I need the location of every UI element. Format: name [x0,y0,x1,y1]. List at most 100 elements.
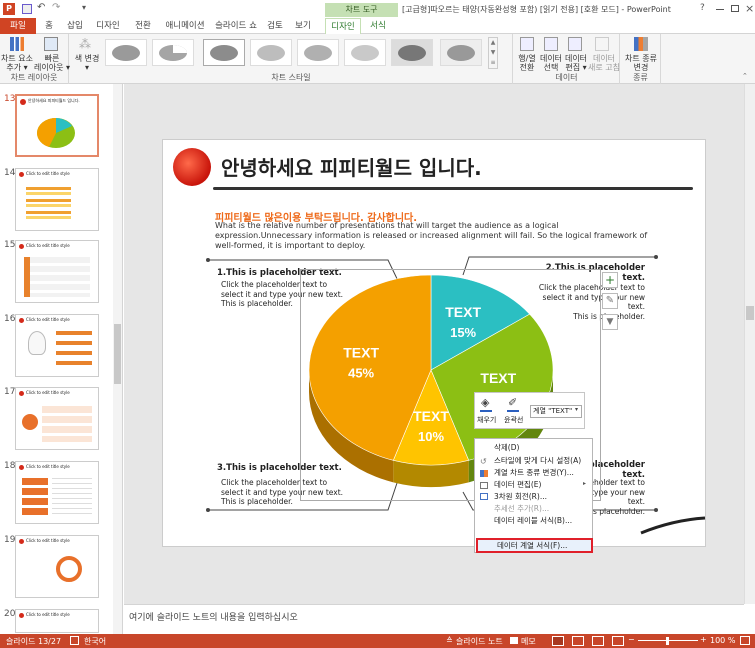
thumb-title: Click to edit title style [26,317,70,322]
quick-layout-icon[interactable] [44,37,58,51]
fill-button[interactable]: 채우기 [477,415,496,425]
change-chart-type-button[interactable]: 차트 종류 변경 [621,54,661,72]
refresh-data-button[interactable]: 데이터 새로 고침 [588,54,620,72]
reading-view-icon[interactable] [592,636,604,646]
chart-style-5[interactable] [297,39,339,66]
powerpoint-logo-icon[interactable]: P [3,3,15,15]
tab-home[interactable]: 홈 [36,18,62,34]
fit-slide-icon[interactable] [740,636,750,645]
change-colors-button[interactable]: 색 변경 ▾ [70,54,104,72]
notes-pane[interactable]: 여기에 슬라이드 노트의 내용을 입력하십시오 [124,604,744,634]
notes-toggle-icon[interactable]: ≙ [446,636,453,645]
restore-icon[interactable] [731,5,739,12]
chart-elements-button[interactable]: + [602,272,618,288]
slide-thumbnail-19[interactable]: Click to edit title style [15,535,99,598]
thumb-sun-icon [19,539,24,544]
select-data-icon[interactable] [544,37,558,51]
edit-data-button[interactable]: 데이터 편집 ▾ [562,54,590,72]
menu-item-format-data-labels[interactable]: 데이터 레이블 서식(B)... [475,515,592,527]
comments-toggle[interactable]: 메모 [521,636,536,647]
menu-item-delete[interactable]: 삭제(D) [475,442,592,454]
switch-row-column-button[interactable]: 행/열 전환 [514,54,540,72]
undo-icon[interactable]: ↶ [37,2,45,13]
chart-style-4[interactable] [250,39,292,66]
panel-scroll-thumb[interactable] [114,324,121,384]
switch-row-column-icon[interactable] [520,37,534,51]
normal-view-icon[interactable] [552,636,564,646]
menu-item-format-data-series[interactable]: 데이터 계열 서식(F)... [476,538,593,553]
slideshow-icon[interactable] [612,636,624,646]
spellcheck-icon[interactable] [70,636,79,645]
chart-styles-brush-icon[interactable]: ✎ [602,293,618,309]
thumb-bulb-icon [28,331,46,355]
tool-group-label: 차트 도구 [325,3,398,17]
quick-layout-button[interactable]: 빠른 레이아웃 ▾ [33,54,71,72]
change-chart-type-icon[interactable] [634,37,648,51]
redo-icon[interactable]: ↷ [52,2,60,13]
group-type-label: 종류 [633,73,648,82]
tab-view[interactable]: 보기 [290,18,316,34]
zoom-level[interactable]: 100 % [710,636,735,645]
tab-file[interactable]: 파일 [0,18,36,34]
chart-style-8[interactable] [440,39,482,66]
thumb-sun-icon [19,244,24,249]
qat-more-icon[interactable]: ▾ [82,3,86,12]
tab-review[interactable]: 검토 [262,18,288,34]
tab-transitions[interactable]: 전환 [128,18,158,34]
title-bar: P ↶ ↷ ▾ 차트 도구 [고급형]따오르는 태양(자동완성형 포함) [읽기… [0,0,755,18]
tab-slideshow[interactable]: 슬라이드 쇼 [211,18,261,34]
slide-counter[interactable]: 슬라이드 13/27 [6,636,61,647]
tab-design[interactable]: 디자인 [90,18,126,34]
slide-thumbnail-18[interactable]: Click to edit title style [15,461,99,524]
add-chart-element-button[interactable]: 차트 요소 추가 ▾ [0,54,34,72]
tab-chart-design[interactable]: 디자인 [325,18,361,34]
zoom-in-icon[interactable]: + [700,635,707,644]
slide-canvas[interactable]: 안녕하세요 피피티월드 입니다. 피피티월드 많은이용 부탁드립니다. 감사합니… [162,139,706,547]
minimize-icon[interactable] [716,9,724,10]
select-data-button[interactable]: 데이터 선택 [538,54,564,72]
collapse-ribbon-icon[interactable]: ⌃ [742,72,748,80]
menu-item-edit-data[interactable]: 데이터 편집(E) [475,479,592,491]
series-select-chevron-down-icon[interactable]: ▾ [575,406,578,413]
slide-thumbnail-14[interactable]: Click to edit title style [15,168,99,231]
save-icon[interactable] [22,4,32,14]
outline-button[interactable]: 윤곽선 [504,415,523,425]
chart-style-3[interactable] [203,39,245,66]
chart-style-1[interactable] [105,39,147,66]
change-colors-icon[interactable]: ⁂ [79,37,91,51]
chart-style-6[interactable] [344,39,386,66]
add-chart-element-icon[interactable] [10,37,24,51]
outline-pen-icon[interactable]: ✐ [508,396,517,409]
close-icon[interactable]: × [745,2,754,15]
language-indicator[interactable]: 한국어 [84,636,106,647]
editor-scroll-thumb[interactable] [746,306,754,320]
style-gallery-scroll[interactable]: ▲ ▼ ≡ [488,37,498,69]
slide-thumbnail-20[interactable]: Click to edit title style [15,609,99,633]
slide-thumbnail-16[interactable]: Click to edit title style [15,314,99,377]
comments-icon[interactable] [510,637,518,644]
edit-data-icon[interactable] [568,37,582,51]
notes-toggle[interactable]: 슬라이드 노트 [456,636,503,647]
menu-item-change-series-type[interactable]: 계열 차트 종류 변경(Y)... [475,467,592,479]
menu-item-reset-style[interactable]: 스타일에 맞게 다시 설정(A) [475,455,592,467]
help-icon[interactable]: ? [700,3,705,13]
slide-thumbnail-13[interactable]: 안녕하세요 피피티월드 입니다. [15,94,99,157]
slide-thumbnail-15[interactable]: Click to edit title style [15,240,99,303]
menu-item-3d-rotation[interactable]: 3차원 회전(R)... [475,491,592,503]
thumb-sun-icon [19,613,24,618]
chart-style-7[interactable] [391,39,433,66]
tab-insert[interactable]: 삽입 [62,18,88,34]
fill-bucket-icon[interactable]: ◈ [481,396,489,409]
slide-number: 17 [4,387,16,397]
tab-chart-format[interactable]: 서식 [363,18,393,34]
slide-sorter-icon[interactable] [572,636,584,646]
panel-scrollbar[interactable] [113,84,122,634]
chart-filter-icon[interactable]: ▼ [602,314,618,330]
tab-animations[interactable]: 애니메이션 [160,18,210,34]
chart-style-2[interactable] [152,39,194,66]
refresh-data-icon[interactable] [595,37,609,51]
slide-thumbnail-17[interactable]: Click to edit title style [15,387,99,450]
zoom-slider-thumb[interactable] [666,637,669,645]
editor-scrollbar[interactable] [744,84,755,604]
zoom-out-icon[interactable]: − [628,635,635,644]
